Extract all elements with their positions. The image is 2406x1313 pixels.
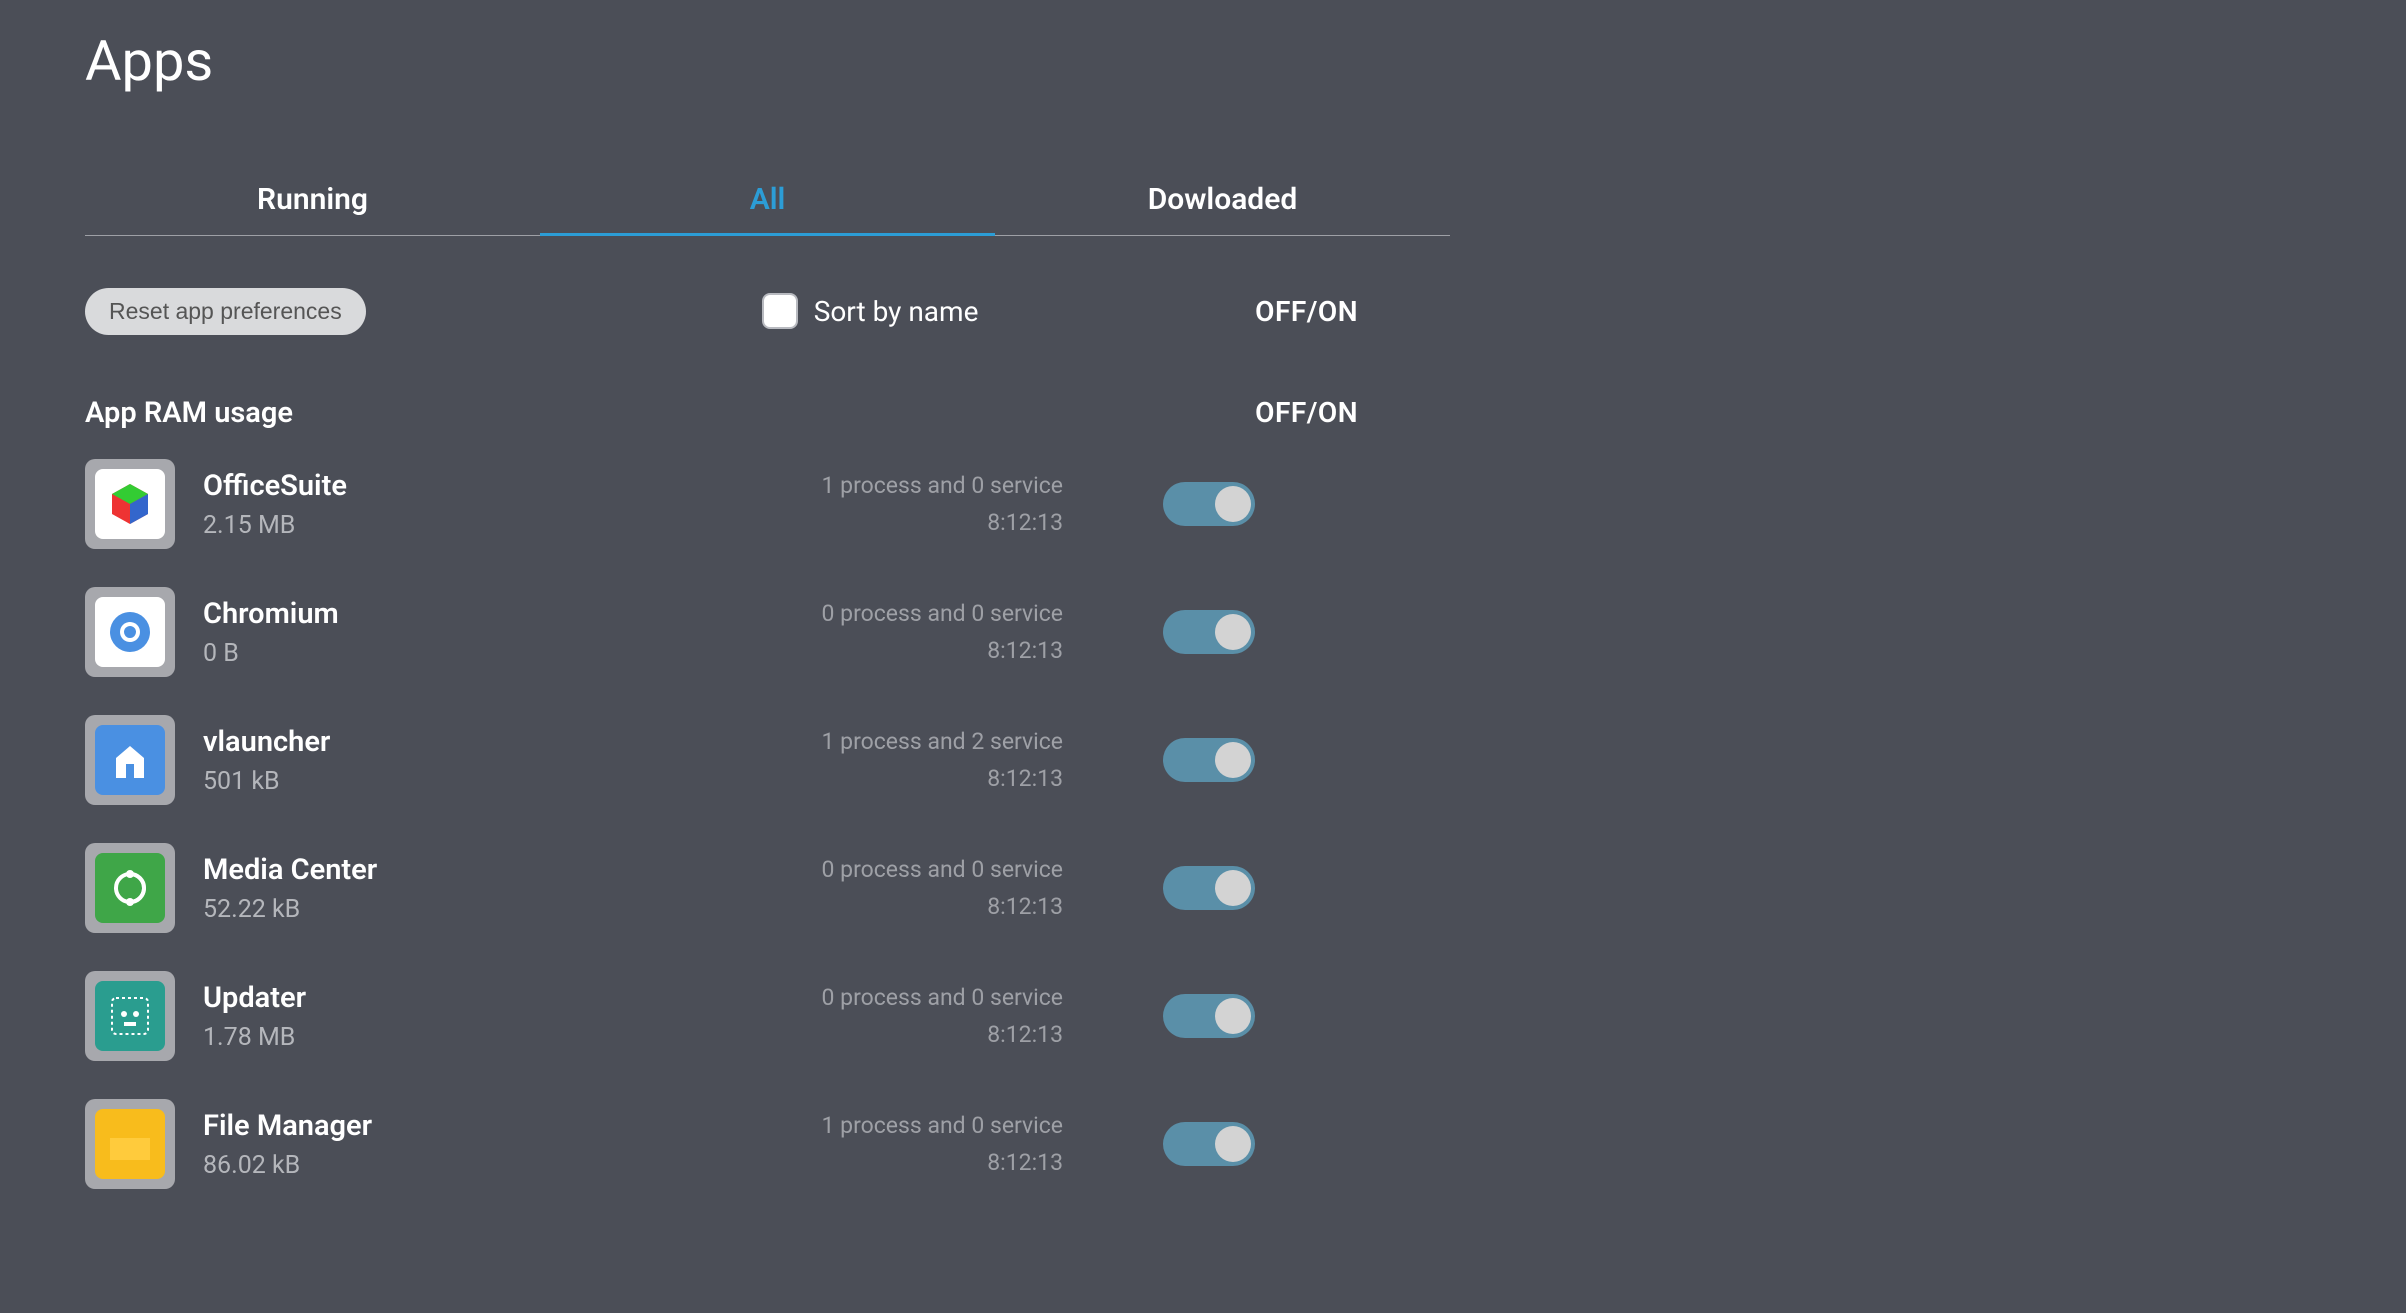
app-name: Updater — [203, 981, 703, 1015]
app-row[interactable]: Chromium 0 B 0 process and 0 service 8:1… — [85, 580, 1450, 684]
app-process-info: 1 process and 0 service — [703, 472, 1063, 499]
reset-app-preferences-button[interactable]: Reset app preferences — [85, 288, 366, 335]
app-text-column: vlauncher 501 kB — [203, 725, 703, 796]
app-size: 501 kB — [203, 767, 703, 796]
app-process-info: 0 process and 0 service — [703, 856, 1063, 883]
controls-row: Reset app preferences Sort by name OFF/O… — [85, 288, 1450, 334]
toggle-knob — [1215, 742, 1251, 778]
tab-running[interactable]: Running — [85, 164, 540, 235]
app-icon — [85, 715, 175, 805]
app-size: 86.02 kB — [203, 1151, 703, 1180]
app-detail-column: 0 process and 0 service 8:12:13 — [703, 600, 1063, 664]
offon-column-label: OFF/ON — [1255, 396, 1358, 429]
app-row[interactable]: vlauncher 501 kB 1 process and 2 service… — [85, 708, 1450, 812]
app-time: 8:12:13 — [703, 509, 1063, 536]
app-icon — [85, 459, 175, 549]
offon-header-label: OFF/ON — [1255, 295, 1358, 328]
tab-downloaded[interactable]: Dowloaded — [995, 164, 1450, 235]
app-size: 52.22 kB — [203, 895, 703, 924]
app-time: 8:12:13 — [703, 765, 1063, 792]
app-list: OfficeSuite 2.15 MB 1 process and 0 serv… — [85, 452, 1450, 1196]
ram-usage-title: App RAM usage — [85, 396, 293, 430]
app-icon — [85, 971, 175, 1061]
app-toggle[interactable] — [1163, 482, 1255, 526]
app-name: Chromium — [203, 597, 703, 631]
app-size: 1.78 MB — [203, 1023, 703, 1052]
app-toggle[interactable] — [1163, 738, 1255, 782]
app-detail-column: 0 process and 0 service 8:12:13 — [703, 856, 1063, 920]
app-process-info: 0 process and 0 service — [703, 600, 1063, 627]
toggle-knob — [1215, 486, 1251, 522]
app-detail-column: 1 process and 0 service 8:12:13 — [703, 472, 1063, 536]
app-name: Media Center — [203, 853, 703, 887]
app-text-column: File Manager 86.02 kB — [203, 1109, 703, 1180]
app-time: 8:12:13 — [703, 1149, 1063, 1176]
app-toggle[interactable] — [1163, 866, 1255, 910]
app-icon — [85, 843, 175, 933]
app-name: File Manager — [203, 1109, 703, 1143]
app-toggle[interactable] — [1163, 610, 1255, 654]
app-row[interactable]: Updater 1.78 MB 0 process and 0 service … — [85, 964, 1450, 1068]
app-name: vlauncher — [203, 725, 703, 759]
app-text-column: OfficeSuite 2.15 MB — [203, 469, 703, 540]
app-row[interactable]: File Manager 86.02 kB 1 process and 0 se… — [85, 1092, 1450, 1196]
app-text-column: Chromium 0 B — [203, 597, 703, 668]
app-detail-column: 1 process and 2 service 8:12:13 — [703, 728, 1063, 792]
app-text-column: Media Center 52.22 kB — [203, 853, 703, 924]
toggle-knob — [1215, 870, 1251, 906]
app-process-info: 1 process and 2 service — [703, 728, 1063, 755]
app-size: 2.15 MB — [203, 511, 703, 540]
app-detail-column: 1 process and 0 service 8:12:13 — [703, 1112, 1063, 1176]
toggle-knob — [1215, 998, 1251, 1034]
ram-header-row: App RAM usage OFF/ON — [85, 396, 1450, 430]
app-time: 8:12:13 — [703, 1021, 1063, 1048]
app-row[interactable]: OfficeSuite 2.15 MB 1 process and 0 serv… — [85, 452, 1450, 556]
app-icon — [85, 1099, 175, 1189]
app-toggle[interactable] — [1163, 994, 1255, 1038]
sort-group: Sort by name — [762, 293, 979, 329]
toggle-knob — [1215, 614, 1251, 650]
app-toggle[interactable] — [1163, 1122, 1255, 1166]
page-title: Apps — [0, 0, 2406, 94]
app-icon — [85, 587, 175, 677]
tab-all[interactable]: All — [540, 164, 995, 235]
content-area: Running All Dowloaded Reset app preferen… — [0, 94, 1450, 1196]
app-text-column: Updater 1.78 MB — [203, 981, 703, 1052]
app-name: OfficeSuite — [203, 469, 703, 503]
tab-bar: Running All Dowloaded — [85, 164, 1450, 236]
toggle-knob — [1215, 1126, 1251, 1162]
app-time: 8:12:13 — [703, 637, 1063, 664]
app-row[interactable]: Media Center 52.22 kB 0 process and 0 se… — [85, 836, 1450, 940]
app-time: 8:12:13 — [703, 893, 1063, 920]
app-process-info: 0 process and 0 service — [703, 984, 1063, 1011]
app-size: 0 B — [203, 639, 703, 668]
app-process-info: 1 process and 0 service — [703, 1112, 1063, 1139]
sort-label: Sort by name — [814, 295, 979, 328]
sort-by-name-checkbox[interactable] — [762, 293, 798, 329]
app-detail-column: 0 process and 0 service 8:12:13 — [703, 984, 1063, 1048]
